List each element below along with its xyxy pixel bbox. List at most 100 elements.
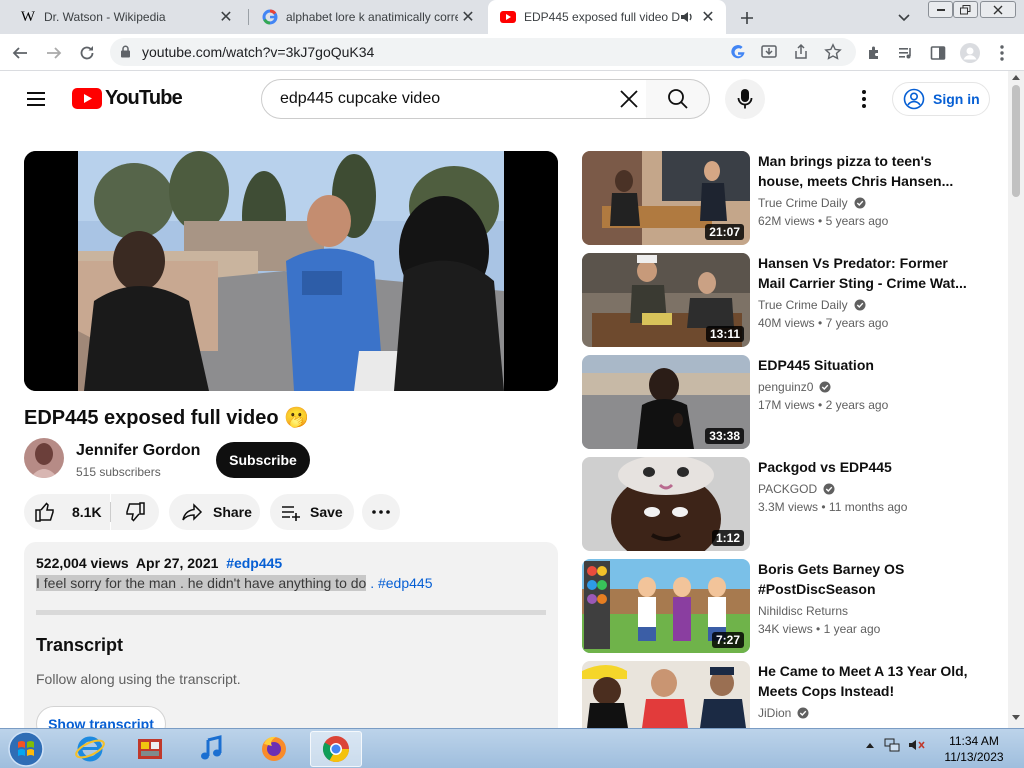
- video-stats: 17M views • 2 years ago: [758, 398, 889, 412]
- youtube-logo[interactable]: YouTube: [72, 87, 183, 110]
- forward-arrow-icon[interactable]: [42, 41, 66, 65]
- subscribe-button[interactable]: Subscribe: [216, 442, 310, 478]
- close-tab-icon[interactable]: ✕: [698, 7, 718, 27]
- recommended-video[interactable]: 21:07 Man brings pizza to teen's house, …: [582, 151, 992, 245]
- close-tab-icon[interactable]: ✕: [216, 7, 236, 27]
- recommended-video[interactable]: 13:11 Hansen Vs Predator: Former Mail Ca…: [582, 253, 992, 347]
- firefox-icon[interactable]: [248, 731, 300, 767]
- chevron-down-icon[interactable]: [894, 8, 914, 28]
- video-thumbnail[interactable]: 33:38: [582, 355, 750, 449]
- channel-name[interactable]: Jennifer Gordon: [76, 442, 200, 460]
- recommended-video[interactable]: He Came to Meet A 13 Year Old, Meets Cop…: [582, 661, 992, 728]
- search-button[interactable]: [646, 79, 710, 119]
- network-icon[interactable]: [884, 737, 900, 753]
- browser-menu-icon[interactable]: [990, 41, 1014, 65]
- internet-explorer-icon[interactable]: [64, 731, 116, 767]
- share-button[interactable]: Share: [169, 494, 260, 530]
- minimize-window-icon[interactable]: [928, 1, 953, 18]
- speaker-icon[interactable]: [680, 10, 694, 24]
- browser-toolbar: youtube.com/watch?v=3kJ7goQuK34: [0, 34, 1024, 71]
- new-tab-icon[interactable]: [736, 7, 758, 29]
- description-hashtag-link[interactable]: . #edp445: [370, 575, 432, 591]
- video-player[interactable]: [24, 151, 558, 391]
- voice-search-button[interactable]: [725, 79, 765, 119]
- start-orb-icon[interactable]: [6, 730, 48, 768]
- video-stats: 3.3M views • 11 months ago: [758, 500, 908, 514]
- restore-window-icon[interactable]: [953, 1, 978, 18]
- reload-icon[interactable]: [75, 41, 99, 65]
- itunes-music-icon[interactable]: [186, 731, 238, 767]
- media-controls-icon[interactable]: [894, 41, 918, 65]
- google-icon[interactable]: [730, 44, 746, 60]
- video-duration: 1:12: [711, 530, 744, 546]
- video-title[interactable]: Boris Gets Barney OS #PostDiscSeason: [758, 559, 968, 599]
- video-thumbnail[interactable]: [582, 661, 750, 728]
- wikipedia-icon: W: [20, 8, 36, 25]
- save-button[interactable]: Save: [270, 494, 354, 530]
- verified-check-icon: [854, 197, 866, 209]
- scroll-up-arrow-icon[interactable]: [1012, 74, 1020, 80]
- channel-name[interactable]: Nihildisc Returns: [758, 604, 848, 618]
- sign-in-button[interactable]: Sign in: [892, 82, 990, 116]
- back-arrow-icon[interactable]: [8, 41, 32, 65]
- dislike-button[interactable]: [111, 494, 159, 530]
- close-tab-icon[interactable]: ✕: [458, 7, 478, 27]
- file-manager-icon[interactable]: [124, 731, 176, 767]
- recommended-video[interactable]: 1:12 Packgod vs EDP445 PACKGOD 3.3M view…: [582, 457, 992, 551]
- recommended-video[interactable]: 33:38 EDP445 Situation penguinz0 17M vie…: [582, 355, 992, 449]
- recommended-video[interactable]: 7:27 Boris Gets Barney OS #PostDiscSeaso…: [582, 559, 992, 653]
- extensions-puzzle-icon[interactable]: [862, 41, 886, 65]
- settings-more-icon[interactable]: [852, 87, 876, 111]
- scroll-down-arrow-icon[interactable]: [1012, 715, 1020, 721]
- search-box[interactable]: [261, 79, 647, 119]
- view-count: 62M views: [758, 214, 815, 228]
- like-button[interactable]: 8.1K: [24, 494, 110, 530]
- hashtag-link[interactable]: #edp445: [226, 555, 282, 571]
- profile-avatar-icon[interactable]: [958, 41, 982, 65]
- channel-row: Nihildisc Returns: [758, 604, 848, 618]
- channel-avatar[interactable]: [24, 438, 64, 478]
- thumbs-down-icon: [126, 502, 145, 522]
- channel-row: penguinz0: [758, 380, 831, 394]
- volume-muted-icon[interactable]: [908, 737, 926, 753]
- address-bar[interactable]: youtube.com/watch?v=3kJ7goQuK34: [110, 38, 856, 66]
- video-title[interactable]: He Came to Meet A 13 Year Old, Meets Cop…: [758, 661, 968, 701]
- channel-name[interactable]: True Crime Daily: [758, 298, 848, 312]
- install-app-icon[interactable]: [760, 43, 778, 61]
- clock-date: 11/13/2023: [944, 750, 1004, 764]
- bookmark-star-icon[interactable]: [824, 43, 842, 61]
- more-actions-button[interactable]: [362, 494, 400, 530]
- search-input[interactable]: [278, 89, 618, 109]
- close-window-icon[interactable]: [980, 1, 1016, 18]
- page-scrollbar[interactable]: [1008, 71, 1024, 728]
- share-page-icon[interactable]: [792, 43, 810, 61]
- channel-name[interactable]: PACKGOD: [758, 482, 817, 496]
- taskbar-clock[interactable]: 11:34 AM 11/13/2023: [934, 733, 1014, 765]
- chrome-icon[interactable]: [310, 731, 362, 767]
- youtube-header: YouTube Sign in: [0, 71, 1008, 127]
- video-title[interactable]: Man brings pizza to teen's house, meets …: [758, 151, 968, 191]
- transcript-heading: Transcript: [36, 635, 124, 655]
- clear-search-icon[interactable]: [617, 87, 641, 111]
- video-title[interactable]: EDP445 Situation: [758, 355, 968, 375]
- video-thumbnail[interactable]: 1:12: [582, 457, 750, 551]
- channel-name[interactable]: JiDion: [758, 706, 791, 720]
- tab-youtube[interactable]: EDP445 exposed full video D ✕: [488, 0, 726, 34]
- side-panel-icon[interactable]: [926, 41, 950, 65]
- video-thumbnail[interactable]: 21:07: [582, 151, 750, 245]
- scrollbar-thumb[interactable]: [1012, 85, 1020, 197]
- hamburger-menu-icon[interactable]: [24, 87, 48, 111]
- video-thumbnail[interactable]: 13:11: [582, 253, 750, 347]
- view-count: 522,004 views: [36, 555, 129, 571]
- share-label: Share: [213, 504, 252, 520]
- video-thumbnail[interactable]: 7:27: [582, 559, 750, 653]
- url-text: youtube.com/watch?v=3kJ7goQuK34: [142, 44, 375, 60]
- video-title[interactable]: Packgod vs EDP445: [758, 457, 968, 477]
- channel-name[interactable]: penguinz0: [758, 380, 813, 394]
- show-hidden-icons-icon[interactable]: [866, 742, 874, 748]
- tab-wikipedia[interactable]: W Dr. Watson - Wikipedia ✕: [8, 0, 244, 34]
- channel-name[interactable]: True Crime Daily: [758, 196, 848, 210]
- description-box[interactable]: 522,004 views Apr 27, 2021 #edp445 I fee…: [24, 542, 558, 742]
- tab-google-search[interactable]: alphabet lore k anatimically corre ✕: [250, 0, 486, 34]
- video-title[interactable]: Hansen Vs Predator: Former Mail Carrier …: [758, 253, 968, 293]
